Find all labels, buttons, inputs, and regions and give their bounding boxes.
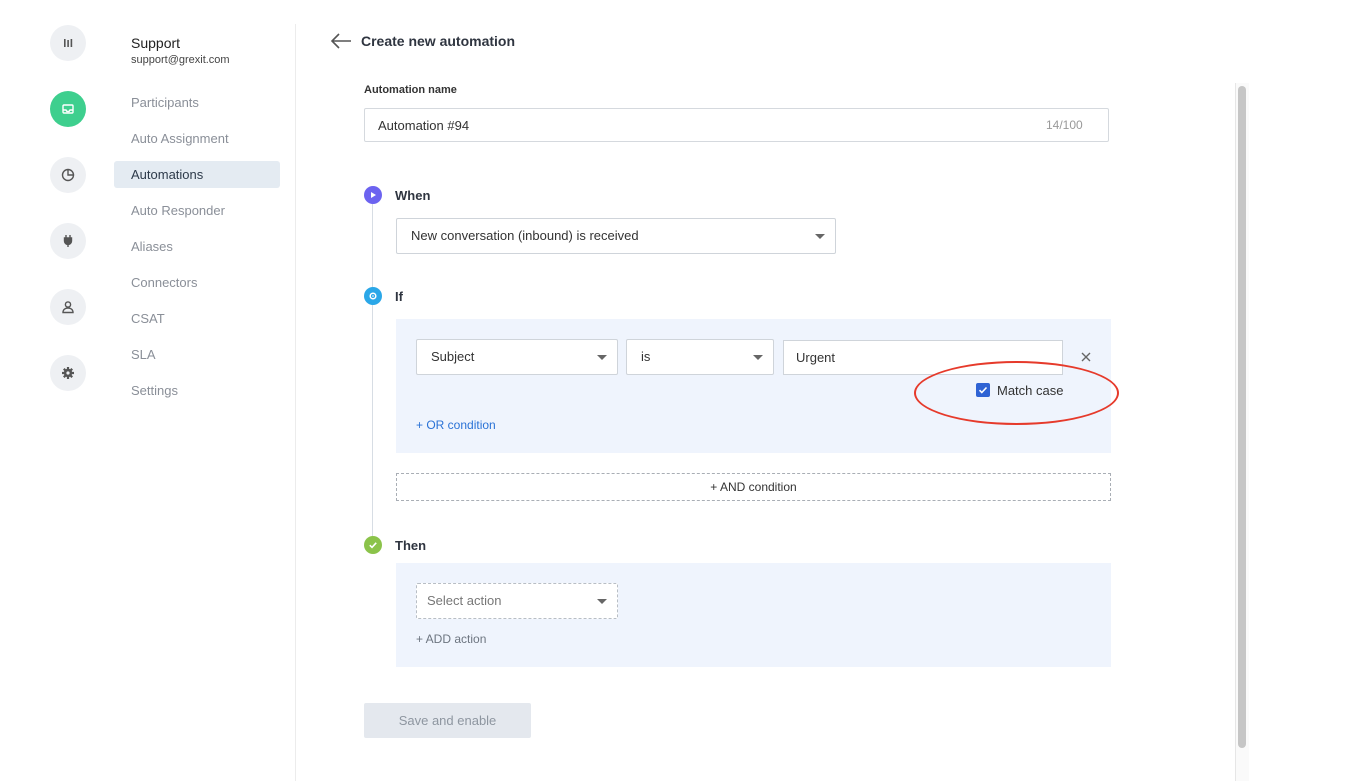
rail-inbox-button[interactable] bbox=[50, 91, 86, 127]
if-label: If bbox=[395, 289, 403, 304]
rail-integrations-button[interactable] bbox=[50, 223, 86, 259]
action-select[interactable]: Select action bbox=[416, 583, 618, 619]
step-timeline bbox=[372, 203, 373, 545]
condition-field-select[interactable]: Subject bbox=[416, 339, 618, 375]
and-condition-button[interactable]: + AND condition bbox=[396, 473, 1111, 501]
sidebar-divider bbox=[295, 24, 296, 781]
gear-icon bbox=[62, 367, 74, 379]
check-icon bbox=[369, 542, 377, 549]
inbox-icon bbox=[62, 104, 74, 114]
check-icon bbox=[978, 386, 988, 394]
rail-settings-button[interactable] bbox=[50, 355, 86, 391]
sidebar-item-sla[interactable]: SLA bbox=[114, 341, 280, 368]
trigger-select[interactable]: New conversation (inbound) is received bbox=[396, 218, 836, 254]
condition-operator-select[interactable]: is bbox=[626, 339, 774, 375]
sidebar-item-csat[interactable]: CSAT bbox=[114, 305, 280, 332]
chevron-down-icon bbox=[597, 355, 607, 360]
automation-name-label: Automation name bbox=[364, 84, 457, 96]
if-step-icon bbox=[364, 287, 382, 305]
name-char-counter: 14/100 bbox=[1046, 118, 1083, 132]
when-step-icon bbox=[364, 186, 382, 204]
rail-profile-button[interactable] bbox=[50, 289, 86, 325]
sidebar-item-connectors[interactable]: Connectors bbox=[114, 269, 280, 296]
rail-reports-button[interactable] bbox=[50, 25, 86, 61]
then-label: Then bbox=[395, 538, 427, 553]
when-label: When bbox=[395, 188, 431, 203]
page-title: Create new automation bbox=[361, 33, 516, 49]
play-icon bbox=[371, 192, 376, 198]
user-icon bbox=[62, 301, 74, 314]
then-step-icon bbox=[364, 536, 382, 554]
sidebar-item-auto-assignment[interactable]: Auto Assignment bbox=[114, 125, 280, 152]
save-and-enable-button[interactable]: Save and enable bbox=[364, 703, 531, 738]
bar-chart-icon bbox=[64, 39, 73, 47]
chevron-down-icon bbox=[597, 599, 607, 604]
sidebar-item-aliases[interactable]: Aliases bbox=[114, 233, 280, 260]
sidebar-item-settings[interactable]: Settings bbox=[114, 377, 280, 404]
remove-condition-icon[interactable] bbox=[1079, 350, 1093, 364]
workspace-name: Support bbox=[131, 35, 181, 51]
chevron-down-icon bbox=[753, 355, 763, 360]
plug-icon bbox=[63, 235, 73, 247]
back-arrow-icon[interactable] bbox=[330, 32, 352, 50]
sidebar-item-automations[interactable]: Automations bbox=[114, 161, 280, 188]
condition-value-input[interactable]: Urgent bbox=[783, 340, 1063, 375]
scrollbar-thumb[interactable] bbox=[1238, 86, 1246, 748]
match-case-checkbox[interactable] bbox=[976, 383, 990, 397]
sidebar-item-participants[interactable]: Participants bbox=[114, 89, 280, 116]
rail-analytics-button[interactable] bbox=[50, 157, 86, 193]
condition-field-value: Subject bbox=[431, 349, 475, 364]
condition-operator-value: is bbox=[641, 349, 651, 364]
trigger-select-value: New conversation (inbound) is received bbox=[411, 228, 639, 243]
add-action-link[interactable]: + ADD action bbox=[416, 632, 486, 646]
match-case-label: Match case bbox=[997, 383, 1064, 398]
automation-name-input[interactable] bbox=[364, 108, 1109, 142]
or-condition-link[interactable]: + OR condition bbox=[416, 418, 496, 432]
pie-chart-icon bbox=[61, 168, 75, 182]
sidebar-item-auto-responder[interactable]: Auto Responder bbox=[114, 197, 280, 224]
workspace-email: support@grexit.com bbox=[131, 54, 230, 66]
gear-small-icon bbox=[369, 292, 377, 300]
chevron-down-icon bbox=[815, 234, 825, 239]
action-select-placeholder: Select action bbox=[427, 593, 502, 608]
